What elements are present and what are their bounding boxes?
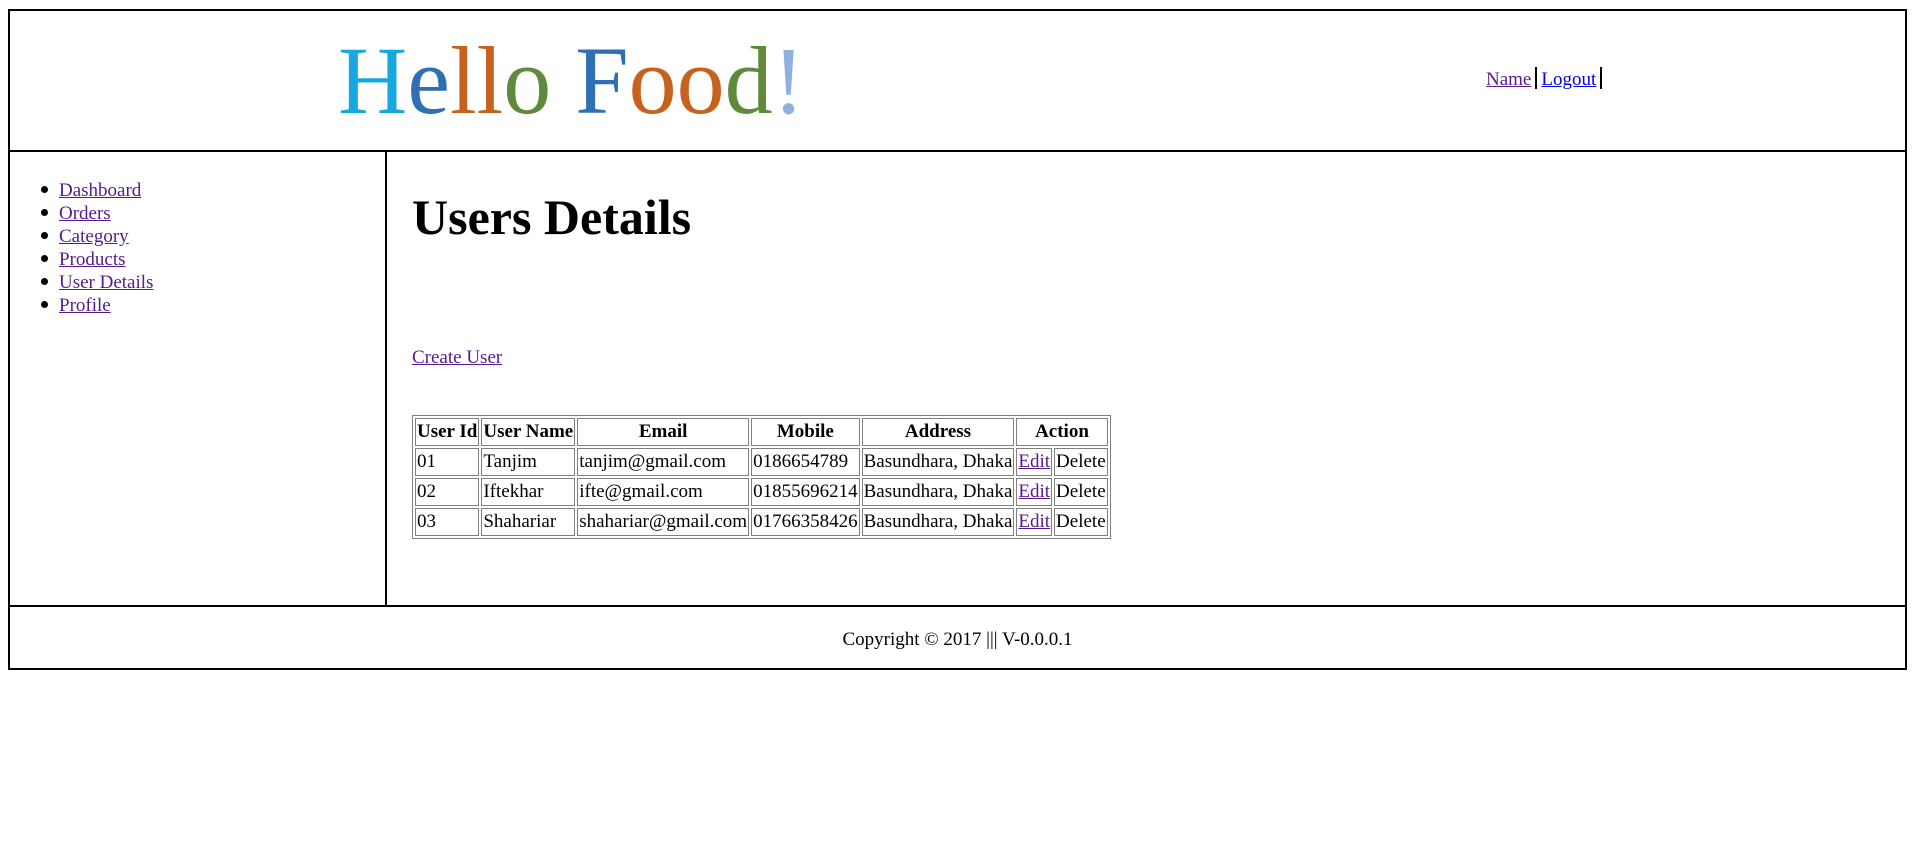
name-link[interactable]: Name xyxy=(1486,69,1531,90)
edit-link[interactable]: Edit xyxy=(1018,511,1050,532)
sidebar: Dashboard Orders Category Products User … xyxy=(10,152,387,605)
logo-letter xyxy=(551,27,575,134)
table-row: 02 Iftekhar ifte@gmail.com 01855696214 B… xyxy=(415,478,1108,506)
create-user-link[interactable]: Create User xyxy=(412,347,502,369)
cell-email: ifte@gmail.com xyxy=(577,478,750,506)
cell-mobile: 01766358426 xyxy=(751,508,860,536)
bullet-icon xyxy=(41,255,48,262)
cell-edit: Edit xyxy=(1016,448,1053,476)
separator xyxy=(1535,67,1538,89)
cell-address: Basundhara, Dhaka xyxy=(861,478,1015,506)
column-header-user-name: User Name xyxy=(481,418,576,446)
table-row: 01 Tanjim tanjim@gmail.com 0186654789 Ba… xyxy=(415,448,1108,476)
logo-letter: l xyxy=(449,27,477,134)
top-links: Name Logout xyxy=(1486,67,1606,91)
sidebar-link-orders[interactable]: Orders xyxy=(59,203,111,224)
users-table: User Id User Name Email Mobile Address A… xyxy=(412,415,1111,539)
cell-user-name: Tanjim xyxy=(481,448,576,476)
sidebar-link-user-details[interactable]: User Details xyxy=(59,272,153,293)
logo-letter: o xyxy=(676,27,725,134)
bullet-icon xyxy=(41,301,48,308)
footer: Copyright © 2017 ||| V-0.0.0.1 xyxy=(10,605,1905,668)
column-header-action: Action xyxy=(1016,418,1108,446)
copyright-text: Copyright © 2017 ||| V-0.0.0.1 xyxy=(842,629,1073,650)
column-header-address: Address xyxy=(861,418,1015,446)
logo-letter: H xyxy=(338,27,408,134)
cell-email: shahariar@gmail.com xyxy=(577,508,750,536)
cell-user-name: Iftekhar xyxy=(481,478,576,506)
table-row: 03 Shahariar shahariar@gmail.com 0176635… xyxy=(415,508,1108,536)
bullet-icon xyxy=(41,186,48,193)
sidebar-item-orders: Orders xyxy=(41,202,153,225)
cell-mobile: 01855696214 xyxy=(751,478,860,506)
edit-link[interactable]: Edit xyxy=(1018,481,1050,502)
cell-user-id: 01 xyxy=(415,448,480,476)
logo-letter: o xyxy=(628,27,677,134)
cell-delete: Delete xyxy=(1054,448,1108,476)
main-content: Users Details Create User User Id User N… xyxy=(387,152,1905,605)
logo-letter: o xyxy=(503,27,552,134)
sidebar-link-category[interactable]: Category xyxy=(59,226,129,247)
sidebar-item-user-details: User Details xyxy=(41,271,153,294)
cell-delete: Delete xyxy=(1054,478,1108,506)
sidebar-link-products[interactable]: Products xyxy=(59,249,126,270)
sidebar-item-products: Products xyxy=(41,248,153,271)
separator xyxy=(1600,67,1603,89)
cell-email: tanjim@gmail.com xyxy=(577,448,750,476)
page-title: Users Details xyxy=(412,189,692,245)
sidebar-nav: Dashboard Orders Category Products User … xyxy=(41,179,153,317)
sidebar-link-dashboard[interactable]: Dashboard xyxy=(59,180,141,201)
cell-address: Basundhara, Dhaka xyxy=(861,508,1015,536)
column-header-email: Email xyxy=(577,418,750,446)
column-header-mobile: Mobile xyxy=(751,418,860,446)
sidebar-item-profile: Profile xyxy=(41,294,153,317)
cell-mobile: 0186654789 xyxy=(751,448,860,476)
bullet-icon xyxy=(41,278,48,285)
cell-delete: Delete xyxy=(1054,508,1108,536)
edit-link[interactable]: Edit xyxy=(1018,451,1050,472)
sidebar-item-dashboard: Dashboard xyxy=(41,179,153,202)
logo-letter: l xyxy=(476,27,504,134)
cell-edit: Edit xyxy=(1016,478,1053,506)
logout-link[interactable]: Logout xyxy=(1541,69,1596,90)
cell-user-id: 03 xyxy=(415,508,480,536)
cell-user-id: 02 xyxy=(415,478,480,506)
logo-letter: F xyxy=(575,27,629,134)
bullet-icon xyxy=(41,232,48,239)
page-frame: Hello Food! Name Logout Dashboard Orders … xyxy=(8,9,1907,670)
cell-address: Basundhara, Dhaka xyxy=(861,448,1015,476)
logo-letter: e xyxy=(407,27,450,134)
table-header-row: User Id User Name Email Mobile Address A… xyxy=(415,418,1108,446)
sidebar-link-profile[interactable]: Profile xyxy=(59,295,111,316)
logo-letter: d xyxy=(724,27,773,134)
hello-food-logo: Hello Food! xyxy=(338,33,805,129)
column-header-user-id: User Id xyxy=(415,418,480,446)
cell-user-name: Shahariar xyxy=(481,508,576,536)
sidebar-item-category: Category xyxy=(41,225,153,248)
logo-letter: ! xyxy=(772,27,805,134)
bullet-icon xyxy=(41,209,48,216)
cell-edit: Edit xyxy=(1016,508,1053,536)
header: Hello Food! Name Logout xyxy=(10,11,1905,152)
